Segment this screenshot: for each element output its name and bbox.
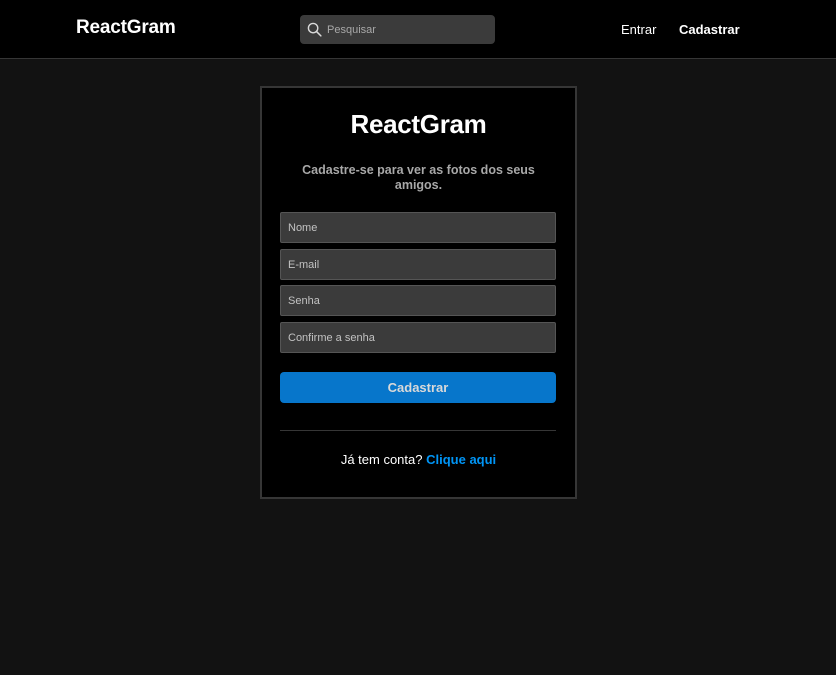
confirm-password-field[interactable] (280, 322, 556, 353)
login-prompt-text: Já tem conta? (340, 452, 423, 467)
password-field[interactable] (280, 285, 556, 316)
navbar: ReactGram Entrar Cadastrar (0, 0, 836, 59)
search-box[interactable] (300, 15, 495, 44)
email-field[interactable] (280, 249, 556, 280)
register-subtitle: Cadastre-se para ver as fotos dos seus a… (302, 163, 535, 192)
nav-register-link[interactable]: Cadastrar (679, 22, 740, 37)
brand-logo-link[interactable]: ReactGram (76, 17, 176, 39)
register-submit-button[interactable]: Cadastrar (280, 372, 556, 403)
login-link[interactable]: Clique aqui (426, 452, 496, 467)
login-prompt: Já tem conta? Clique aqui (262, 452, 575, 467)
divider (280, 430, 556, 431)
search-icon (307, 22, 322, 37)
register-card: ReactGram Cadastre-se para ver as fotos … (260, 86, 577, 499)
nav-login-link[interactable]: Entrar (621, 22, 656, 37)
search-input[interactable] (327, 15, 492, 44)
name-field[interactable] (280, 212, 556, 243)
card-title: ReactGram (350, 109, 487, 139)
